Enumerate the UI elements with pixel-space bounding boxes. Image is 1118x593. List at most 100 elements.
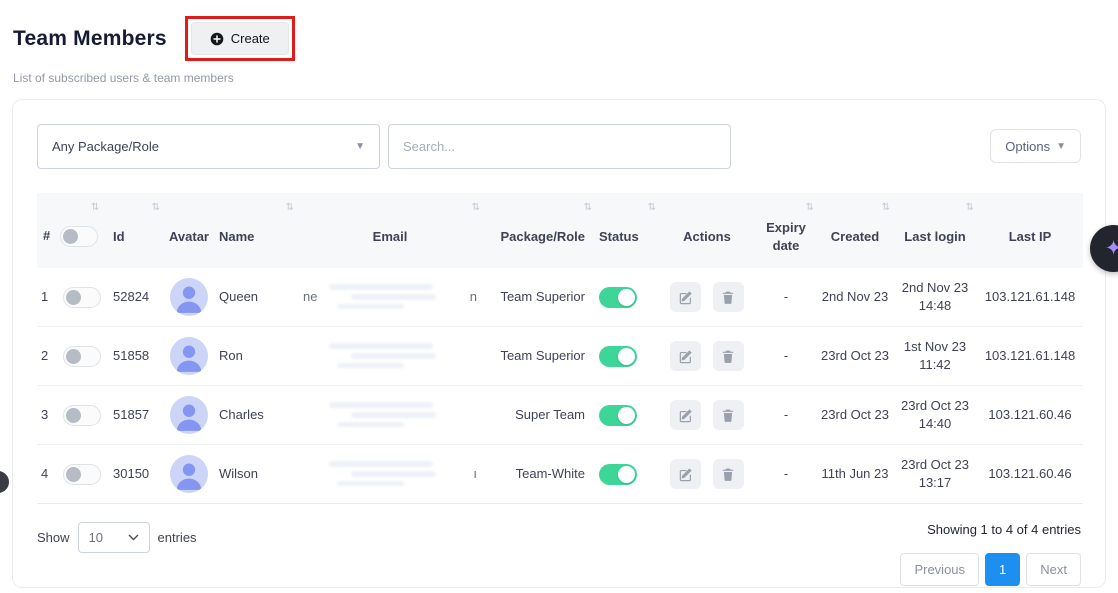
status-toggle[interactable] <box>599 287 637 308</box>
column-header-last-ip: Last IP <box>977 193 1083 268</box>
previous-page-button[interactable]: Previous <box>900 553 979 586</box>
column-header-email[interactable]: Email ⇅ <box>297 193 483 268</box>
avatar <box>170 396 208 434</box>
package-role-value: Super Team <box>515 407 585 422</box>
left-edge-widget <box>0 471 9 493</box>
page-title: Team Members <box>13 27 167 51</box>
row-select-toggle[interactable] <box>63 287 101 308</box>
sort-icon: ⇅ <box>648 201 656 215</box>
column-header-created[interactable]: Created ⇅ <box>817 193 893 268</box>
package-role-value: Team Superior <box>500 348 585 363</box>
sort-icon: ⇅ <box>472 201 480 215</box>
chevron-down-icon: ▼ <box>1056 141 1066 152</box>
column-header-actions: Actions <box>659 193 755 268</box>
user-name: Wilson <box>219 466 258 481</box>
package-role-select[interactable]: Any Package/Role ▼ <box>37 124 380 169</box>
status-toggle[interactable] <box>599 346 637 367</box>
delete-button[interactable] <box>713 282 744 312</box>
trash-icon <box>721 408 735 423</box>
table-row: 3 51857 Charles Super Team <box>37 386 1083 445</box>
column-header-id[interactable]: Id ⇅ <box>109 193 163 268</box>
pagination: Previous 1 Next <box>900 553 1081 586</box>
next-page-button[interactable]: Next <box>1026 553 1081 586</box>
column-header-name[interactable]: Name ⇅ <box>215 193 297 268</box>
options-button-label: Options <box>1005 139 1050 154</box>
delete-button[interactable] <box>713 459 744 489</box>
edit-icon <box>678 467 693 482</box>
row-select-toggle[interactable] <box>63 464 101 485</box>
team-members-card: Any Package/Role ▼ Options ▼ # ⇅ Id <box>12 99 1106 588</box>
table-row: 2 51858 Ron Team Superior <box>37 327 1083 386</box>
user-email-redacted: ı <box>301 456 479 492</box>
last-login: 23rd Oct 23 13:17 <box>901 457 969 490</box>
show-label: Show <box>37 530 70 545</box>
column-header-index[interactable]: # ⇅ <box>37 193 109 268</box>
create-button-label: Create <box>231 31 270 46</box>
sort-icon: ⇅ <box>152 201 160 215</box>
edit-icon <box>678 408 693 423</box>
edit-button[interactable] <box>670 459 701 489</box>
sort-icon: ⇅ <box>91 201 99 215</box>
page-1-button[interactable]: 1 <box>985 553 1020 586</box>
table-footer: Show 10 entries Showing 1 to 4 of 4 entr… <box>37 522 1081 586</box>
row-select-toggle[interactable] <box>63 405 101 426</box>
delete-button[interactable] <box>713 400 744 430</box>
user-email-redacted: ne n <box>301 279 479 315</box>
last-login: 1st Nov 23 11:42 <box>904 339 966 372</box>
expiry-date: - <box>784 407 788 422</box>
package-role-value: Team Superior <box>500 289 585 304</box>
search-input[interactable] <box>388 124 731 169</box>
row-index: 4 <box>41 465 55 483</box>
trash-icon <box>721 467 735 482</box>
entries-summary: Showing 1 to 4 of 4 entries <box>927 522 1081 537</box>
create-button[interactable]: Create <box>191 22 289 55</box>
user-name: Charles <box>219 407 264 422</box>
sort-icon: ⇅ <box>806 201 814 215</box>
avatar <box>170 278 208 316</box>
column-header-package-role[interactable]: Package/Role ⇅ <box>483 193 595 268</box>
table-header: # ⇅ Id ⇅ Avatar Name ⇅ Email ⇅ <box>37 193 1083 268</box>
expiry-date: - <box>784 348 788 363</box>
user-email-redacted <box>301 397 479 433</box>
page-size-select[interactable]: 10 <box>78 522 150 553</box>
expiry-date: - <box>784 466 788 481</box>
table-row: 1 52824 Queen ne n Team Superior <box>37 268 1083 327</box>
package-role-selected-value: Any Package/Role <box>52 139 159 154</box>
column-header-expiry-date[interactable]: Expiry date ⇅ <box>755 193 817 268</box>
status-toggle[interactable] <box>599 464 637 485</box>
delete-button[interactable] <box>713 341 744 371</box>
row-select-toggle[interactable] <box>63 346 101 367</box>
annotation-box: Create <box>185 16 295 61</box>
row-index: 1 <box>41 288 55 306</box>
options-button[interactable]: Options ▼ <box>990 129 1081 163</box>
edit-icon <box>678 290 693 305</box>
column-header-status[interactable]: Status ⇅ <box>595 193 659 268</box>
column-header-avatar: Avatar <box>163 193 215 268</box>
edit-button[interactable] <box>670 341 701 371</box>
column-header-last-login[interactable]: Last login ⇅ <box>893 193 977 268</box>
chevron-down-icon: ▼ <box>355 141 365 152</box>
user-name: Ron <box>219 348 243 363</box>
page-subtitle: List of subscribed users & team members <box>0 61 1118 85</box>
sort-icon: ⇅ <box>286 201 294 215</box>
user-name: Queen <box>219 289 258 304</box>
row-index: 2 <box>41 347 55 365</box>
show-entries: Show 10 entries <box>37 522 197 553</box>
sparkle-icon: ✦ <box>1105 236 1118 261</box>
sort-icon: ⇅ <box>966 201 974 215</box>
package-role-value: Team-White <box>516 466 585 481</box>
user-id: 51858 <box>113 348 149 363</box>
avatar <box>170 455 208 493</box>
user-email-redacted <box>301 338 479 374</box>
last-ip: 103.121.61.148 <box>985 289 1075 304</box>
row-index: 3 <box>41 406 55 424</box>
team-members-table: # ⇅ Id ⇅ Avatar Name ⇅ Email ⇅ <box>37 193 1083 504</box>
trash-icon <box>721 349 735 364</box>
select-all-toggle[interactable] <box>60 226 98 247</box>
edit-button[interactable] <box>670 400 701 430</box>
avatar <box>170 337 208 375</box>
status-toggle[interactable] <box>599 405 637 426</box>
user-id: 52824 <box>113 289 149 304</box>
edit-button[interactable] <box>670 282 701 312</box>
last-ip: 103.121.60.46 <box>988 466 1071 481</box>
